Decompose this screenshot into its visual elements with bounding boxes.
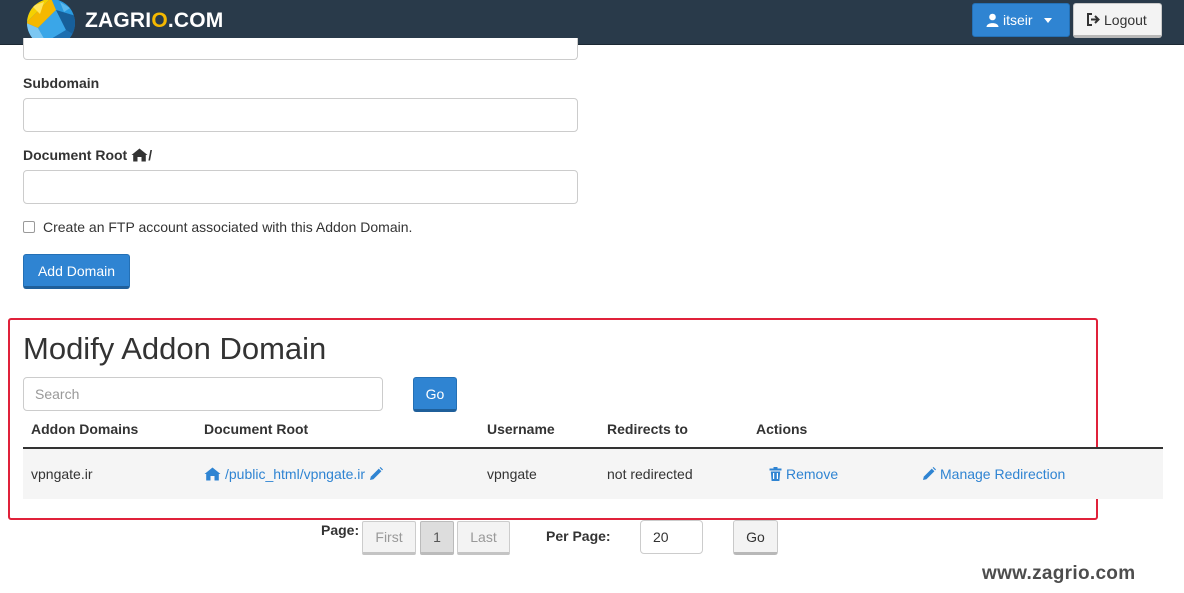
current-page-button[interactable]: 1 — [420, 521, 454, 555]
column-header-actions: Actions — [756, 421, 808, 437]
remove-link[interactable]: Remove — [769, 466, 838, 482]
pencil-icon[interactable] — [369, 467, 384, 481]
subdomain-input[interactable] — [23, 98, 578, 132]
search-go-button[interactable]: Go — [413, 377, 457, 412]
caret-down-icon — [1043, 17, 1052, 23]
first-page-button[interactable]: First — [362, 521, 416, 555]
document-root-link[interactable]: /public_html/vpngate.ir — [204, 466, 384, 482]
home-icon — [131, 148, 148, 162]
per-page-input[interactable]: 20 — [640, 520, 703, 554]
subdomain-label: Subdomain — [23, 75, 100, 91]
column-header-username[interactable]: Username — [487, 421, 555, 437]
trash-icon — [769, 467, 782, 481]
logout-label: Logout — [1104, 11, 1147, 28]
per-page-go-button[interactable]: Go — [733, 520, 778, 555]
modify-addon-domain-title: Modify Addon Domain — [23, 331, 327, 366]
document-root-input[interactable] — [23, 170, 578, 204]
username-label: itseir — [1003, 12, 1033, 28]
column-header-document-root[interactable]: Document Root — [204, 421, 308, 437]
brand-name[interactable]: ZAGRIO.COM — [85, 9, 224, 33]
ftp-account-option[interactable]: Create an FTP account associated with th… — [23, 219, 412, 235]
last-page-button[interactable]: Last — [457, 521, 510, 555]
ftp-account-checkbox[interactable] — [23, 221, 35, 233]
document-root-label: Document Root / — [23, 147, 153, 163]
user-icon — [986, 13, 999, 27]
new-domain-field[interactable] — [23, 38, 578, 60]
logout-button[interactable]: Logout — [1073, 3, 1162, 38]
manage-redirection-link[interactable]: Manage Redirection — [922, 466, 1065, 482]
username-cell: vpngate — [487, 466, 537, 482]
addon-domain-cell: vpngate.ir — [31, 466, 93, 482]
column-header-redirects-to[interactable]: Redirects to — [607, 421, 688, 437]
page-label: Page: — [321, 522, 360, 538]
search-input[interactable] — [23, 377, 383, 411]
redirects-to-cell: not redirected — [607, 466, 693, 482]
watermark-text: www.zagrio.com — [982, 563, 1136, 584]
sign-out-icon — [1087, 13, 1100, 26]
pencil-icon — [923, 467, 936, 480]
user-menu-button[interactable]: itseir — [972, 3, 1070, 37]
add-domain-button[interactable]: Add Domain — [23, 254, 130, 289]
home-icon — [204, 467, 221, 481]
column-header-addon-domains[interactable]: Addon Domains — [31, 421, 138, 437]
per-page-label: Per Page: — [546, 528, 611, 544]
ftp-account-label: Create an FTP account associated with th… — [43, 219, 413, 235]
